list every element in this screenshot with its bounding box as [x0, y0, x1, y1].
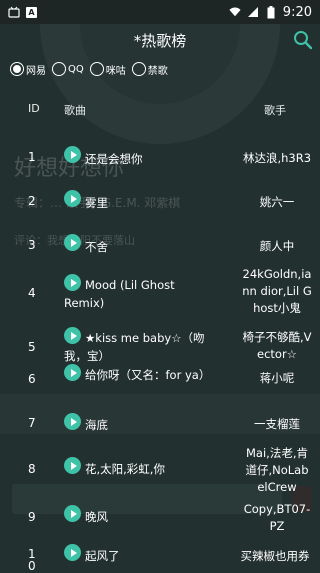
- column-header-id: ID: [28, 102, 40, 115]
- source-option-qq[interactable]: QQ: [52, 62, 84, 76]
- row-id: 10: [28, 547, 36, 573]
- source-option-migu[interactable]: 咪咕: [89, 62, 126, 77]
- a-app-icon: A: [26, 6, 37, 18]
- search-button[interactable]: [292, 29, 314, 51]
- column-header-song: 歌曲: [64, 104, 86, 117]
- song-title: 晚风: [85, 510, 108, 524]
- song-title: 还是会想你: [85, 152, 143, 166]
- song-title: 海底: [85, 418, 108, 432]
- row-id: 8: [28, 462, 36, 476]
- song-title: 给你呀（又名：for ya）: [85, 368, 211, 382]
- table-row[interactable]: 1 还是会想你 林达浪,h3R3: [0, 136, 320, 180]
- artist-name: Mai,法老,肯道仔,NoLabelCrew: [245, 446, 309, 494]
- page-title: *热歌榜: [133, 32, 187, 50]
- table-row[interactable]: 10 起风了 买辣椒也用券: [0, 544, 320, 573]
- table-row[interactable]: 6 给你呀（又名：for ya） 蒋小呢: [0, 364, 320, 416]
- app-header: *热歌榜: [0, 24, 320, 58]
- signal-icon: [247, 6, 259, 18]
- source-selector: 网易 QQ 咪咕 禁歌: [10, 60, 174, 78]
- table-row[interactable]: 2 雾里 姚六一: [0, 180, 320, 224]
- column-header-artist: 歌手: [264, 104, 286, 117]
- artist-name: 蒋小呢: [259, 371, 295, 385]
- row-id: 1: [28, 150, 36, 164]
- source-option-netease[interactable]: 网易: [10, 62, 46, 77]
- source-option-banned[interactable]: 禁歌: [131, 62, 168, 77]
- artist-name: 一支榴莲: [254, 417, 300, 431]
- row-id: 6: [28, 372, 36, 386]
- radio-unselected-icon: [52, 62, 66, 76]
- artist-name: 林达浪,h3R3: [242, 151, 312, 165]
- artist-name: 椅子不够酷,Vector☆: [242, 330, 312, 361]
- song-title: 不舍: [85, 240, 108, 254]
- wifi-icon: [229, 6, 241, 18]
- table-row[interactable]: 4 Mood (Lil Ghost Remix) 24kGoldn,iann d…: [0, 267, 320, 324]
- song-title: 起风了: [85, 549, 120, 563]
- song-title: 雾里: [85, 196, 108, 210]
- android-notification-icon: [8, 6, 20, 18]
- row-id: 4: [28, 286, 36, 300]
- search-icon: [294, 31, 313, 50]
- song-title: Mood (Lil Ghost Remix): [64, 278, 175, 310]
- status-bar: A 9:20: [0, 0, 320, 24]
- artist-name: 颜人中: [259, 239, 295, 253]
- battery-icon: [265, 5, 277, 18]
- row-id: 2: [28, 194, 36, 208]
- row-id: 3: [28, 238, 36, 252]
- artist-name: 24kGoldn,iann dior,Lil Ghost小鬼: [242, 267, 312, 315]
- table-row[interactable]: 5 ★kiss me baby☆（吻我，宝） 椅子不够酷,Vector☆: [0, 324, 320, 372]
- song-title: 花,太阳,彩虹,你: [85, 462, 165, 476]
- song-title: ★kiss me baby☆（吻我，宝）: [64, 331, 205, 363]
- radio-unselected-icon: [89, 62, 104, 76]
- table-header: ID 歌曲 歌手: [0, 98, 320, 118]
- artist-name: 买辣椒也用券: [240, 549, 310, 563]
- status-time: 9:20: [282, 4, 312, 20]
- radio-selected-icon: [10, 62, 24, 76]
- artist-name: Copy,BT07-PZ: [243, 502, 311, 533]
- row-id: 5: [28, 340, 36, 354]
- row-id: 9: [28, 510, 36, 524]
- radio-unselected-icon: [131, 62, 146, 76]
- table-row[interactable]: 3 不舍 颜人中: [0, 224, 320, 268]
- row-id: 7: [28, 416, 36, 430]
- artist-name: 姚六一: [259, 195, 295, 209]
